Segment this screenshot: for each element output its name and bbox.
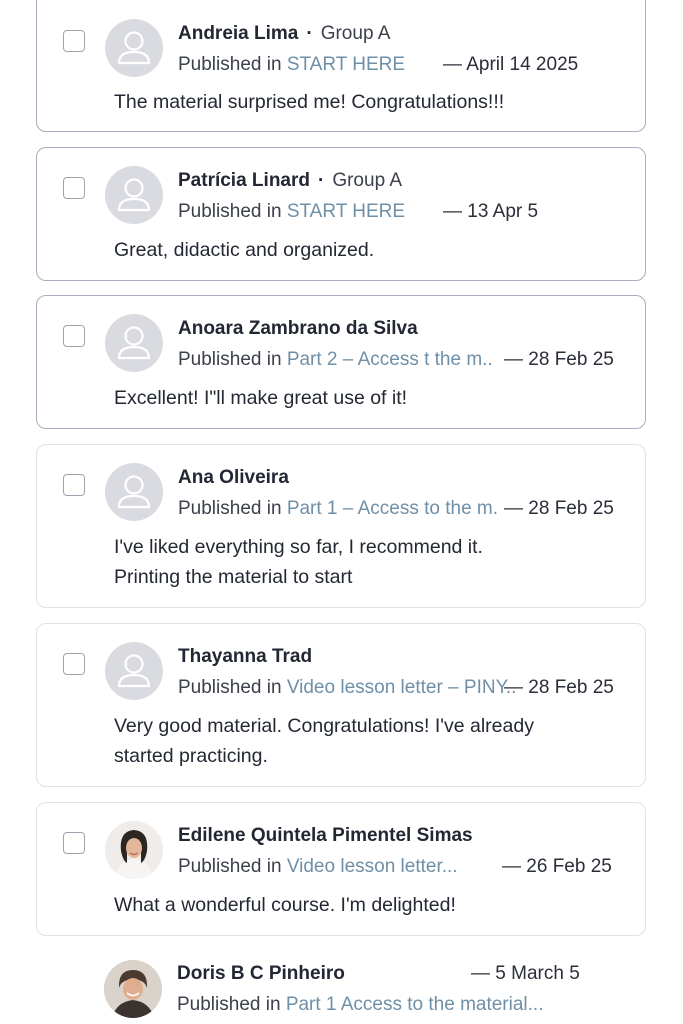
comment-card[interactable]: Ana Oliveira Published in Part 1 – Acces…	[36, 444, 646, 608]
author-name[interactable]: Anoara Zambrano da Silva	[178, 318, 418, 339]
published-in-label: Published in	[178, 54, 282, 75]
published-in-label: Published in	[178, 856, 282, 877]
author-name[interactable]: Andreia Lima	[178, 23, 298, 44]
author-name[interactable]: Doris B C Pinheiro	[177, 963, 345, 984]
comment-date: — 13 Apr 5	[443, 201, 539, 222]
comment-card[interactable]: Andreia Lima · Group A Published in START …	[36, 0, 646, 132]
published-in-label: Published in	[178, 349, 282, 370]
comment-date: — 28 Feb 25	[504, 677, 614, 698]
select-checkbox[interactable]	[63, 325, 85, 347]
name-separator: ·	[306, 23, 313, 44]
post-link[interactable]: Video lesson letter...	[287, 856, 458, 877]
default-user-icon	[105, 642, 163, 700]
comment-date: — 28 Feb 25	[504, 498, 614, 519]
comment-date: — 26 Feb 25	[502, 856, 612, 877]
comment-card[interactable]: Edilene Quintela Pimentel Simas Publishe…	[36, 802, 646, 936]
default-user-icon	[105, 19, 163, 77]
published-in-label: Published in	[178, 498, 282, 519]
post-link[interactable]: Part 2 – Access t the m..	[287, 349, 493, 370]
author-name[interactable]: Thayanna Trad	[178, 646, 312, 667]
user-photo	[105, 821, 163, 879]
comment-date: — 28 Feb 25	[504, 349, 614, 370]
author-group: Group A	[320, 23, 391, 44]
author-group: Group A	[332, 170, 403, 191]
comment-text: I've liked everything so far, I recommen…	[114, 536, 483, 588]
comment-card[interactable]: Patrícia Linard · Group A Published in STA…	[36, 147, 646, 281]
comment-text: What a wonderful course. I'm delighted!	[114, 894, 456, 916]
comment-text: The material surprised me! Congratulatio…	[114, 91, 505, 113]
default-user-icon	[105, 463, 163, 521]
post-link[interactable]: START HERE	[287, 54, 405, 75]
published-in-label: Published in	[177, 994, 281, 1015]
name-separator: ·	[318, 170, 325, 191]
author-name[interactable]: Ana Oliveira	[178, 467, 289, 488]
select-checkbox[interactable]	[63, 832, 85, 854]
comment-text: Very good material. Congratulations! I'v…	[114, 715, 534, 767]
comment-card[interactable]: Anoara Zambrano da Silva Published in Pa…	[36, 295, 646, 429]
comment-text: Excellent! I"ll make great use of it!	[114, 387, 408, 409]
default-user-icon	[105, 166, 163, 224]
comment-date: — 5 March 5	[471, 963, 580, 984]
post-link[interactable]: Part 1 – Access to the m.	[287, 498, 498, 519]
comment-card[interactable]: Thayanna Trad Published in Video lesson …	[36, 623, 646, 787]
post-link[interactable]: Video lesson letter – PINY..	[287, 677, 517, 698]
published-in-label: Published in	[178, 201, 282, 222]
default-user-icon	[105, 314, 163, 372]
user-photo	[104, 960, 162, 1018]
select-checkbox[interactable]	[63, 30, 85, 52]
select-checkbox[interactable]	[63, 474, 85, 496]
select-checkbox[interactable]	[63, 653, 85, 675]
post-link[interactable]: START HERE	[287, 201, 405, 222]
comment-text: Great, didactic and organized.	[114, 239, 375, 261]
comment-card[interactable]: Doris B C Pinheiro — 5 March 5 Published…	[36, 940, 646, 1024]
comments-feed: Andreia Lima · Group A Published in START …	[0, 0, 683, 1024]
published-in-label: Published in	[178, 677, 282, 698]
author-name[interactable]: Patrícia Linard	[178, 170, 310, 191]
comment-date: — April 14 2025	[443, 54, 579, 75]
author-name[interactable]: Edilene Quintela Pimentel Simas	[178, 825, 473, 846]
select-checkbox[interactable]	[63, 177, 85, 199]
post-link[interactable]: Part 1 Access to the material...	[286, 994, 544, 1015]
